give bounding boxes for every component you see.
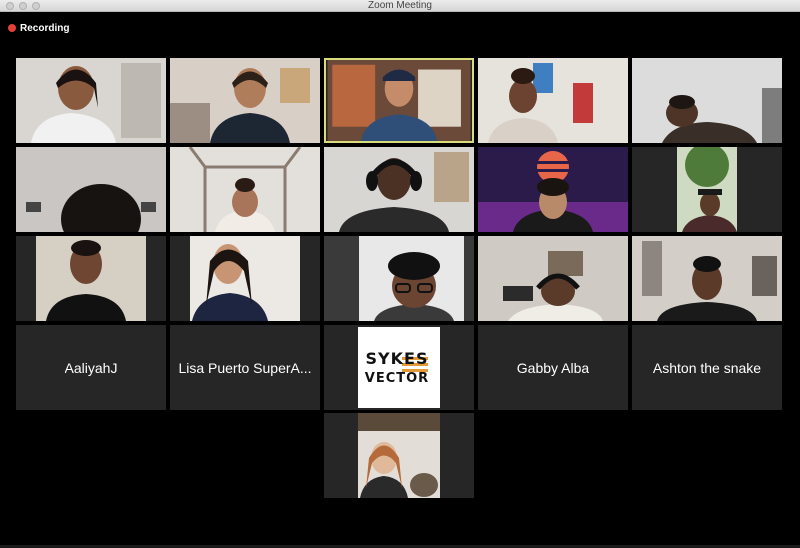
name-only-tile[interactable]: Ashton the snake <box>632 325 782 410</box>
participant-video <box>324 413 474 498</box>
recording-label: Recording <box>20 22 70 34</box>
sykes-vector-logo: SYKES VECTOR <box>358 327 440 408</box>
participant-video <box>16 147 166 232</box>
video-tile[interactable] <box>478 147 628 232</box>
video-tile[interactable] <box>16 58 166 143</box>
video-tile[interactable] <box>324 413 474 498</box>
video-tile[interactable] <box>324 147 474 232</box>
participant-video <box>170 236 320 321</box>
video-tile[interactable] <box>170 236 320 321</box>
record-dot-icon <box>8 24 16 32</box>
participant-name: Lisa Puerto SuperA... <box>178 359 312 376</box>
participant-video <box>16 236 166 321</box>
video-tile[interactable] <box>632 236 782 321</box>
window-titlebar: Zoom Meeting <box>0 0 800 12</box>
participant-video <box>170 58 320 143</box>
logo-line2: VECTOR <box>364 371 430 386</box>
participant-video <box>324 236 474 321</box>
video-tile[interactable] <box>16 236 166 321</box>
participant-video <box>632 147 782 232</box>
video-tile[interactable] <box>478 236 628 321</box>
participant-video <box>16 58 166 143</box>
participant-video-virtual-background <box>478 147 628 232</box>
video-tile[interactable] <box>632 58 782 143</box>
video-tile-active-speaker[interactable] <box>324 58 474 143</box>
video-tile[interactable] <box>632 147 782 232</box>
participant-video <box>478 236 628 321</box>
logo-line1: SYKES <box>365 349 429 368</box>
participant-video <box>478 58 628 143</box>
participant-video <box>632 236 782 321</box>
participant-video <box>327 60 471 141</box>
participant-video <box>170 147 320 232</box>
logo-tile[interactable]: SYKES VECTOR <box>324 325 474 410</box>
video-tile[interactable] <box>324 236 474 321</box>
video-tile[interactable] <box>16 147 166 232</box>
recording-indicator[interactable]: Recording <box>8 21 69 35</box>
participant-video <box>632 58 782 143</box>
participant-name: AaliyahJ <box>64 359 118 376</box>
video-tile[interactable] <box>170 147 320 232</box>
name-only-tile[interactable]: AaliyahJ <box>16 325 166 410</box>
video-tile[interactable] <box>478 58 628 143</box>
name-only-tile[interactable]: Lisa Puerto SuperA... <box>170 325 320 410</box>
name-only-tile[interactable]: Gabby Alba <box>478 325 628 410</box>
participant-video <box>324 147 474 232</box>
window-title: Zoom Meeting <box>368 0 432 11</box>
video-tile[interactable] <box>170 58 320 143</box>
participant-name: Gabby Alba <box>516 359 590 376</box>
participant-name: Ashton the snake <box>652 359 762 376</box>
